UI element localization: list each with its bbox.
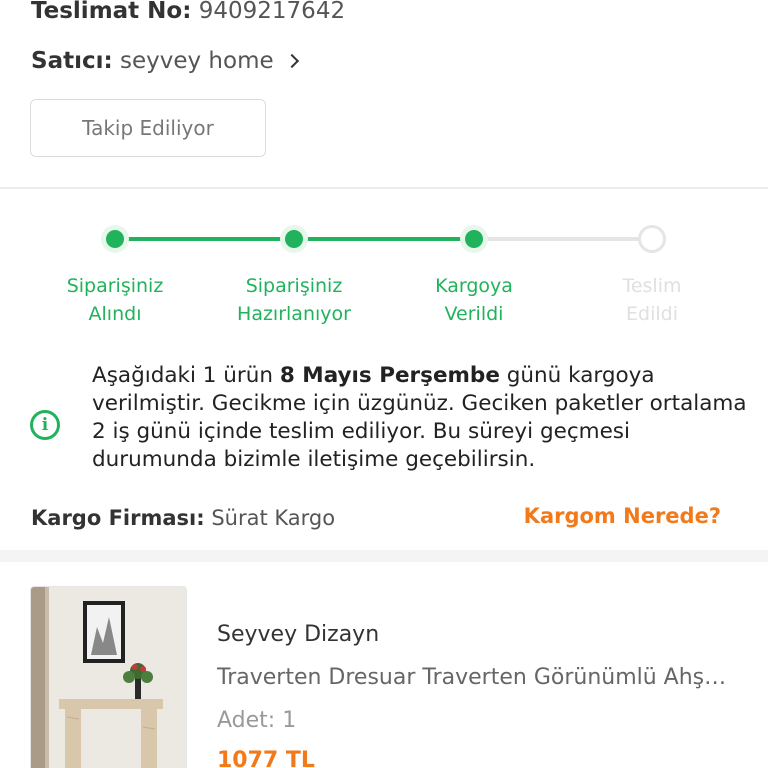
info-text-part: Aşağıdaki 1 ürün bbox=[92, 363, 280, 388]
step-label-shipped: Kargoya Verildi bbox=[399, 272, 549, 328]
cargo-company-row: Kargo Firması: Sürat Kargo bbox=[31, 506, 335, 530]
info-icon: i bbox=[30, 410, 60, 440]
product-brand: Seyvey Dizayn bbox=[217, 622, 380, 647]
section-divider bbox=[0, 550, 768, 562]
quantity-row: Adet: 1 bbox=[217, 708, 296, 733]
follow-seller-button[interactable]: Takip Ediliyor bbox=[30, 99, 266, 157]
chevron-right-icon bbox=[284, 53, 300, 69]
step-label-line: Kargoya bbox=[435, 275, 513, 297]
step-label-line: Siparişiniz bbox=[245, 275, 343, 297]
seller-row[interactable]: Satıcı: seyvey home bbox=[31, 48, 300, 74]
step-dot-shipped bbox=[460, 225, 488, 253]
cargo-company-label: Kargo Firması: bbox=[31, 506, 205, 530]
product-name[interactable]: Traverten Dresuar Traverten Görünümlü Ah… bbox=[217, 665, 727, 690]
shipping-info-message: Aşağıdaki 1 ürün 8 Mayıs Perşembe günü k… bbox=[92, 362, 752, 474]
product-price: 1077 TL bbox=[217, 748, 315, 768]
shipment-progress-tracker: Siparişiniz Alındı Siparişiniz Hazırlanı… bbox=[0, 220, 768, 330]
step-label-delivered: Teslim Edildi bbox=[577, 272, 727, 328]
step-label-line: Hazırlanıyor bbox=[237, 303, 351, 325]
section-divider bbox=[0, 187, 768, 189]
seller-name[interactable]: seyvey home bbox=[120, 48, 274, 74]
product-card[interactable]: Seyvey Dizayn Traverten Dresuar Traverte… bbox=[0, 562, 768, 768]
track-cargo-link[interactable]: Kargom Nerede? bbox=[524, 504, 721, 528]
step-dot-preparing bbox=[280, 225, 308, 253]
product-image[interactable] bbox=[30, 586, 187, 768]
seller-label: Satıcı: bbox=[31, 48, 113, 74]
step-label-line: Edildi bbox=[626, 303, 678, 325]
step-label-ordered: Siparişiniz Alındı bbox=[40, 272, 190, 328]
cargo-company-value: Sürat Kargo bbox=[211, 506, 336, 530]
info-date-highlight: 8 Mayıs Perşembe bbox=[279, 363, 500, 388]
step-label-line: Alındı bbox=[88, 303, 142, 325]
step-label-preparing: Siparişiniz Hazırlanıyor bbox=[219, 272, 369, 328]
step-dot-delivered bbox=[638, 225, 666, 253]
delivery-number-row: Teslimat No: 9409217642 bbox=[31, 0, 345, 24]
step-label-line: Siparişiniz bbox=[66, 275, 164, 297]
step-label-line: Teslim bbox=[622, 275, 682, 297]
quantity-value: 1 bbox=[282, 708, 297, 733]
delivery-number-value: 9409217642 bbox=[198, 0, 346, 24]
step-dot-ordered bbox=[101, 225, 129, 253]
delivery-number-label: Teslimat No: bbox=[31, 0, 192, 24]
product-photo-illustration bbox=[31, 587, 186, 768]
step-label-line: Verildi bbox=[444, 303, 504, 325]
quantity-label: Adet: bbox=[217, 708, 276, 733]
